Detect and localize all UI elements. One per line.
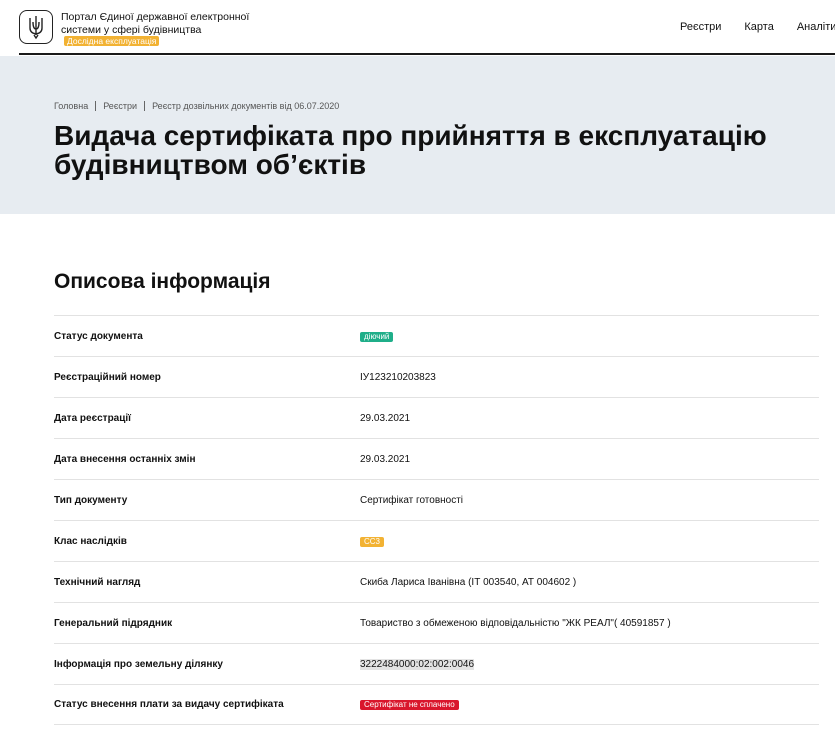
table-row: Технічний нагляд Скиба Лариса Іванівна (І… — [54, 561, 819, 602]
trident-logo-icon[interactable] — [19, 10, 53, 44]
row-value: Скиба Лариса Іванівна (ІТ 003540, АТ 004… — [360, 576, 577, 588]
breadcrumb-separator — [144, 101, 146, 111]
status-badge: діючий — [360, 331, 394, 342]
table-row: Реєстраційний номер ІУ123210203823 — [54, 356, 819, 397]
breadcrumb-home[interactable]: Головна — [54, 101, 88, 111]
status-badge: СС3 — [360, 536, 385, 547]
row-label: Клас наслідків — [54, 535, 127, 547]
row-value-cell: Сертифікат не сплачено — [360, 699, 459, 710]
nav-map[interactable]: Карта — [744, 21, 773, 33]
table-row: Генеральний підрядник Товариство з обмеже… — [54, 602, 819, 643]
row-label: Дата реєстрації — [54, 412, 131, 424]
page-title: Видача сертифіката про прийняття в експл… — [54, 121, 835, 179]
nav-analytics[interactable]: Аналіти — [797, 21, 835, 33]
portal-title[interactable]: Портал Єдиної державної електронної сист… — [61, 11, 251, 49]
row-value: 29.03.2021 — [360, 412, 411, 424]
pilot-badge: Дослідна експлуатація — [64, 36, 160, 46]
header-divider — [19, 53, 835, 55]
table-row: Статус документа діючий — [54, 315, 819, 356]
table-row: Дата реєстрації 29.03.2021 — [54, 397, 819, 438]
row-value-cell: 3222484000:02:002:0046 — [360, 658, 475, 670]
breadcrumb: Головна Реєстри Реєстр дозвільних докуме… — [54, 101, 339, 111]
row-value-cell: 29.03.2021 — [360, 454, 410, 465]
portal-title-text: Портал Єдиної державної електронної сист… — [61, 11, 250, 36]
row-label: Інформація про земельну ділянку — [54, 658, 223, 670]
row-value: Сертифікат готовності — [360, 494, 464, 506]
row-value-cell: Сертифікат готовності — [360, 495, 463, 506]
page-hero: Головна Реєстри Реєстр дозвільних докуме… — [0, 56, 835, 214]
breadcrumb-separator — [95, 101, 97, 111]
table-row: Дата внесення останніх змін 29.03.2021 — [54, 438, 819, 479]
breadcrumb-registers[interactable]: Реєстри — [103, 101, 137, 111]
row-label: Генеральний підрядник — [54, 617, 173, 629]
page-title-line2: будівництвом об’єктів — [54, 149, 367, 180]
site-header: Портал Єдиної державної електронної сист… — [0, 0, 835, 56]
row-label: Технічний нагляд — [54, 576, 141, 588]
trident-icon — [29, 16, 43, 40]
table-row: Клас наслідків СС3 — [54, 520, 819, 561]
row-label: Статус документа — [54, 330, 143, 342]
row-label: Статус внесення плати за видачу сертифік… — [54, 699, 284, 710]
row-label: Дата внесення останніх змін — [54, 453, 196, 465]
table-row: Статус внесення плати за видачу сертифік… — [54, 684, 819, 725]
row-value-cell: Скиба Лариса Іванівна (ІТ 003540, АТ 004… — [360, 577, 576, 588]
table-row: Інформація про земельну ділянку 322248400… — [54, 643, 819, 684]
row-label: Реєстраційний номер — [54, 371, 161, 383]
section-title: Описова інформація — [54, 270, 271, 293]
row-value-cell: 29.03.2021 — [360, 413, 410, 424]
nav-registers[interactable]: Реєстри — [680, 21, 721, 33]
table-row: Тип документу Сертифікат готовності — [54, 479, 819, 520]
row-value-cell: діючий — [360, 331, 394, 342]
status-badge: Сертифікат не сплачено — [360, 700, 459, 710]
row-label: Тип документу — [54, 494, 128, 506]
info-table: Статус документа діючий Реєстраційний номе… — [54, 315, 819, 725]
row-value: ІУ123210203823 — [360, 371, 436, 383]
row-value: 29.03.2021 — [360, 453, 411, 465]
cadastral-number[interactable]: 3222484000:02:002:0046 — [360, 658, 475, 670]
breadcrumb-current: Реєстр дозвільних документів від 06.07.2… — [152, 101, 340, 111]
page-title-line1: Видача сертифіката про прийняття в експл… — [54, 120, 767, 151]
row-value: Товариство з обмеженою відповідальністю … — [360, 617, 671, 629]
main-nav: Реєстри Карта Аналіти — [680, 21, 835, 33]
row-value-cell: ІУ123210203823 — [360, 372, 436, 383]
row-value-cell: СС3 — [360, 536, 385, 547]
row-value-cell: Товариство з обмеженою відповідальністю … — [360, 618, 671, 629]
